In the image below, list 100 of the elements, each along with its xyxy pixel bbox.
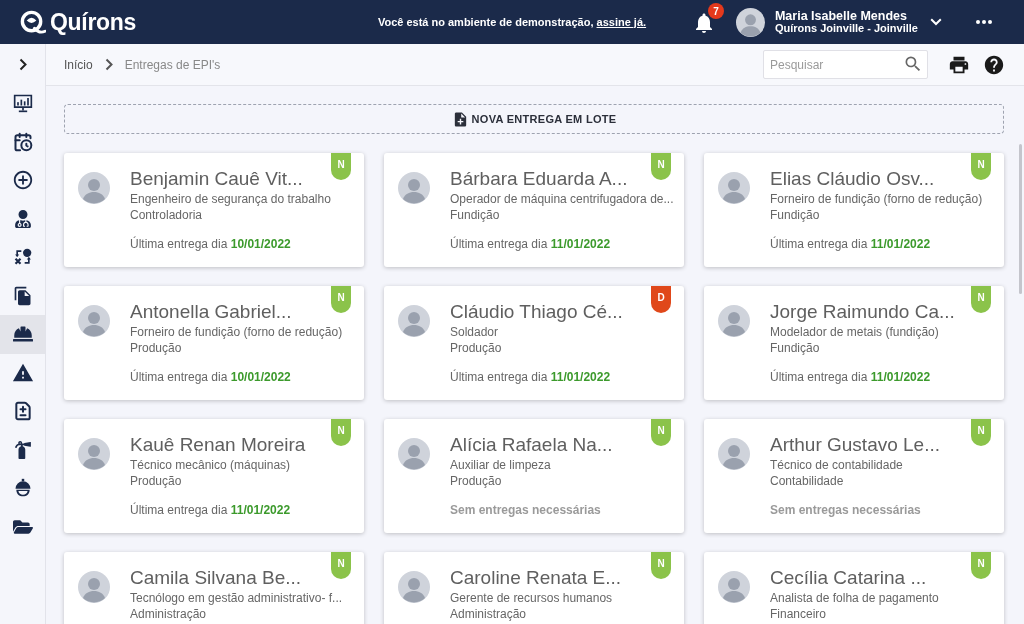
department: Produção <box>130 473 183 489</box>
brand-name: Quírons <box>50 8 137 36</box>
employee-name: Cláudio Thiago Cé... <box>450 300 623 324</box>
no-delivery-text: Sem entregas necessárias <box>770 502 922 518</box>
demo-notice: Você está no ambiente de demonstração, assine já. <box>377 16 647 28</box>
breadcrumb-link[interactable]: Início <box>64 57 93 72</box>
logo-icon <box>19 8 46 36</box>
job-title: Forneiro de fundição (forno de redução) <box>770 191 983 207</box>
avatar-placeholder <box>78 172 110 204</box>
employee-card[interactable]: Caroline Renata E... Gerente de recursos humanos Administração N <box>384 552 684 624</box>
employee-name: Cecília Catarina ... <box>770 566 928 590</box>
status-badge: N <box>971 419 991 446</box>
status-badge: D <box>651 286 671 313</box>
search-icon <box>903 54 923 74</box>
employee-name: Antonella Gabriel... <box>130 300 293 324</box>
calendar-clock-icon <box>12 131 33 152</box>
department: Produção <box>450 473 503 489</box>
department: Fundição <box>770 340 821 356</box>
more-icon <box>976 20 992 24</box>
job-title: Tecnólogo em gestão administrativo- f... <box>130 590 343 606</box>
user-name: Maria Isabelle Mendes <box>774 10 908 22</box>
department: Administração <box>130 606 208 622</box>
avatar-placeholder <box>78 571 110 603</box>
status-badge: N <box>331 153 351 180</box>
status-badge: N <box>331 419 351 446</box>
user-unit: Quírons Joinville - Joinville <box>774 22 918 34</box>
sidebar-item[interactable] <box>0 315 45 354</box>
employee-name: Kauê Renan Moreira <box>130 433 306 457</box>
job-title: Técnico de contabilidade <box>770 457 904 473</box>
avatar-placeholder <box>78 305 110 337</box>
job-title: Técnico mecânico (máquinas) <box>130 457 292 473</box>
job-title: Forneiro de fundição (forno de redução) <box>130 324 343 340</box>
search-field[interactable]: Pesquisar <box>763 50 928 79</box>
avatar-placeholder <box>398 172 430 204</box>
help-button[interactable] <box>983 53 1005 76</box>
employee-card[interactable]: Kauê Renan Moreira Técnico mecânico (máquinas) Produção Última entrega dia 11/01/2022 N <box>64 419 364 533</box>
breadcrumb-current: Entregas de EPI's <box>124 57 221 72</box>
chevron-right-icon <box>18 57 27 71</box>
scrollbar-thumb[interactable] <box>1019 144 1022 294</box>
avatar-placeholder <box>718 571 750 603</box>
status-badge: N <box>331 552 351 579</box>
status-badge: N <box>331 286 351 313</box>
notifications-button[interactable]: 7 <box>691 3 724 35</box>
status-badge: N <box>971 153 991 180</box>
employee-name: Bárbara Eduarda A... <box>450 167 629 191</box>
job-title: Gerente de recursos humanos <box>450 590 614 606</box>
job-title: Engenheiro de segurança do trabalho <box>130 191 331 207</box>
status-badge: N <box>971 552 991 579</box>
job-title: Modelador de metais (fundição) <box>770 324 940 340</box>
user-avatar <box>735 7 765 37</box>
employee-name: Jorge Raimundo Ca... <box>770 300 955 324</box>
status-badge: N <box>651 552 671 579</box>
avatar-placeholder <box>78 438 110 470</box>
last-delivery-text: Última entrega dia 10/01/2022 <box>130 369 292 385</box>
employee-card[interactable]: Alícia Rafaela Na... Auxiliar de limpeza Produção Sem entregas necessárias N <box>384 419 684 533</box>
employee-name: Benjamin Cauê Vit... <box>130 167 304 191</box>
employee-card[interactable]: Arthur Gustavo Le... Técnico de contabilidade Contabilidade Sem entregas necessárias N <box>704 419 1004 533</box>
employee-card[interactable]: Elias Cláudio Osv... Forneiro de fundição (forno de redução) Fundição Última entrega dia 11/01/2022 N <box>704 153 1004 267</box>
department: Administração <box>450 606 528 622</box>
avatar-placeholder <box>718 305 750 337</box>
employee-card[interactable]: Cecília Catarina ... Analista de folha de pagamento Financeiro N <box>704 552 1004 624</box>
avatar-placeholder <box>398 571 430 603</box>
job-title: Operador de máquina centrifugadora de... <box>450 191 674 207</box>
job-title: Soldador <box>450 324 500 340</box>
department: Contabilidade <box>770 473 845 489</box>
doctor-icon <box>13 209 32 228</box>
last-delivery-text: Última entrega dia 11/01/2022 <box>130 502 292 518</box>
chevron-down-icon <box>930 18 942 26</box>
department: Controladoria <box>130 207 204 223</box>
avatar-placeholder <box>718 172 750 204</box>
help-icon <box>983 53 1005 76</box>
last-delivery-text: Última entrega dia 11/01/2022 <box>770 236 932 252</box>
employee-name: Arthur Gustavo Le... <box>770 433 941 457</box>
file-diff-icon <box>12 401 33 422</box>
last-delivery-text: Última entrega dia 10/01/2022 <box>130 236 292 252</box>
employee-card[interactable]: Camila Silvana Be... Tecnólogo em gestão administrativo- f... Administração N <box>64 552 364 624</box>
department: Financeiro <box>770 606 828 622</box>
hard-hat-icon <box>12 324 33 345</box>
employee-name: Elias Cláudio Osv... <box>770 167 936 191</box>
employee-name: Camila Silvana Be... <box>130 566 303 590</box>
no-delivery-text: Sem entregas necessárias <box>450 502 602 518</box>
department: Produção <box>130 340 183 356</box>
employee-card[interactable]: Jorge Raimundo Ca... Modelador de metais (fundição) Fundição Última entrega dia 11/01/2022 N <box>704 286 1004 400</box>
employee-card[interactable]: Antonella Gabriel... Forneiro de fundição (forno de redução) Produção Última entrega dia 10/01/2022 N <box>64 286 364 400</box>
fire-extinguisher-icon <box>13 440 32 459</box>
job-title: Analista de folha de pagamento <box>770 590 939 606</box>
avatar-placeholder <box>718 438 750 470</box>
status-badge: N <box>651 419 671 446</box>
employee-card[interactable]: Bárbara Eduarda A... Operador de máquina centrifugadora de... Fundição Última entrega dia 11/01/2022 N <box>384 153 684 267</box>
chevron-right-icon <box>104 58 113 71</box>
employee-name: Alícia Rafaela Na... <box>450 433 613 457</box>
employee-name: Caroline Renata E... <box>450 566 622 590</box>
last-delivery-text: Última entrega dia 11/01/2022 <box>770 369 932 385</box>
employee-card[interactable]: Benjamin Cauê Vit... Engenheiro de segurança do trabalho Controladoria Última entrega dia 10/01/2022 N <box>64 153 364 267</box>
department: Fundição <box>770 207 821 223</box>
subscribe-link[interactable]: assine já. <box>596 16 647 28</box>
batch-delivery-button[interactable]: NOVA ENTREGA EM LOTE <box>64 104 1004 134</box>
last-delivery-text: Última entrega dia 11/01/2022 <box>450 369 612 385</box>
employee-card[interactable]: Cláudio Thiago Cé... Soldador Produção Última entrega dia 11/01/2022 D <box>384 286 684 400</box>
documents-icon <box>12 285 33 306</box>
